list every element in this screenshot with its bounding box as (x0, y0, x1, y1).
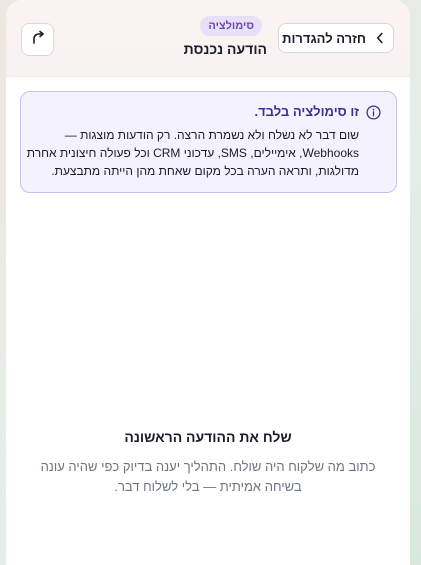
chevron-right-icon (375, 32, 385, 44)
header: חזרה להגדרות סימולציה הודעה נכנסת (6, 0, 410, 77)
empty-state-line: בשיחה אמיתית — בלי לשלוח דבר. (114, 479, 302, 494)
info-icon (366, 105, 381, 120)
notice-line: מדולגות, ותראה הערה בכל מקום שאחת מהן הי… (51, 164, 359, 178)
back-to-settings-button[interactable]: חזרה להגדרות (278, 23, 394, 53)
empty-state-description: כתוב מה שלקוח היה שולח. התהליך יענה בדיו… (6, 457, 410, 497)
notice-line: שום דבר לא נשלח ולא נשמרת הרצה. רק הודעו… (64, 128, 359, 142)
simulation-notice: זו סימולציה בלבד. שום דבר לא נשלח ולא נש… (20, 91, 397, 193)
title-wrap: סימולציה הודעה נכנסת (147, 16, 267, 60)
notice-body: שום דבר לא נשלח ולא נשמרת הרצה. רק הודעו… (26, 126, 359, 180)
back-button-label: חזרה להגדרות (282, 30, 366, 46)
notice-title: זו סימולציה בלבד. (254, 104, 359, 119)
page-title: הודעה נכנסת (183, 41, 267, 57)
empty-state-line: כתוב מה שלקוח היה שולח. התהליך יענה בדיו… (40, 459, 376, 474)
notice-line: Webhooks, אימיילים, SMS, עדכוני CRM וכל … (26, 146, 359, 160)
open-external-button[interactable] (21, 23, 54, 56)
simulation-badge: סימולציה (200, 16, 262, 36)
external-link-icon (29, 29, 47, 50)
simulation-panel: חזרה להגדרות סימולציה הודעה נכנסת זו סימ… (6, 0, 410, 565)
empty-state-title: שלח את ההודעה הראשונה (124, 429, 292, 445)
